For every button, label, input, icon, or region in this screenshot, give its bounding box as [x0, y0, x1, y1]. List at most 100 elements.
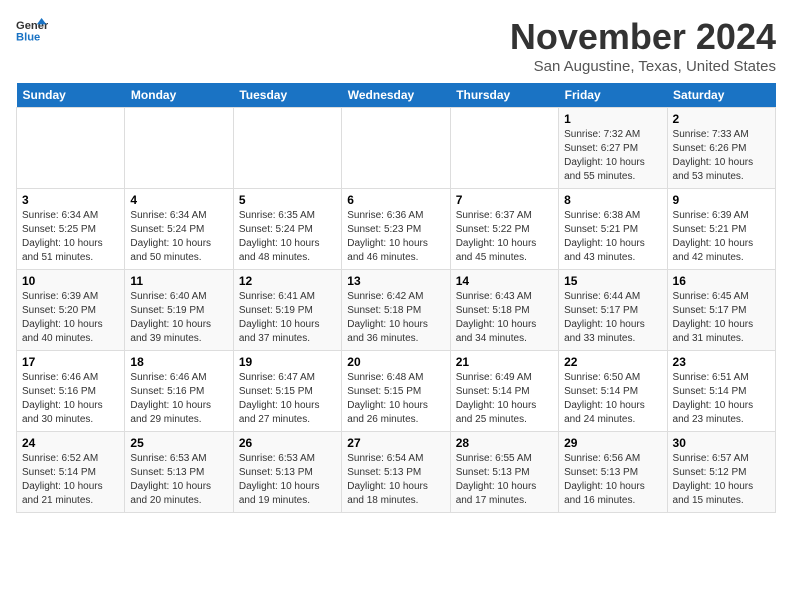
day-info: Sunrise: 6:48 AM Sunset: 5:15 PM Dayligh… — [347, 371, 444, 427]
calendar-cell: 23 Sunrise: 6:51 AM Sunset: 5:14 PM Dayli… — [667, 351, 775, 432]
calendar-cell: 19Sunrise: 6:47 AM Sunset: 5:15 PM Dayli… — [233, 351, 341, 432]
calendar-cell: 25Sunrise: 6:53 AM Sunset: 5:13 PM Dayli… — [125, 432, 233, 513]
day-number: 13 — [347, 274, 444, 288]
calendar-body: 1 Sunrise: 7:32 AM Sunset: 6:27 PM Daylig… — [17, 108, 776, 513]
calendar-cell: 30 Sunrise: 6:57 AM Sunset: 5:12 PM Dayli… — [667, 432, 775, 513]
calendar-cell: 22 Sunrise: 6:50 AM Sunset: 5:14 PM Dayli… — [559, 351, 667, 432]
calendar-week-1: 3 Sunrise: 6:34 AM Sunset: 5:25 PM Daylig… — [17, 189, 776, 270]
day-info: Sunrise: 6:39 AM Sunset: 5:20 PM Dayligh… — [22, 290, 119, 346]
day-number: 5 — [239, 193, 336, 207]
calendar-cell: 12Sunrise: 6:41 AM Sunset: 5:19 PM Dayli… — [233, 270, 341, 351]
day-number: 27 — [347, 436, 444, 450]
calendar-cell: 8 Sunrise: 6:38 AM Sunset: 5:21 PM Daylig… — [559, 189, 667, 270]
day-info: Sunrise: 6:40 AM Sunset: 5:19 PM Dayligh… — [130, 290, 227, 346]
day-number: 16 — [673, 274, 770, 288]
day-info: Sunrise: 6:37 AM Sunset: 5:22 PM Dayligh… — [456, 209, 553, 265]
day-number: 9 — [673, 193, 770, 207]
calendar-cell — [342, 108, 450, 189]
calendar-cell: 1 Sunrise: 7:32 AM Sunset: 6:27 PM Daylig… — [559, 108, 667, 189]
day-number: 4 — [130, 193, 227, 207]
page-header: General Blue November 2024 San Augustine… — [16, 16, 776, 75]
day-number: 8 — [564, 193, 661, 207]
col-sunday: Sunday — [17, 83, 125, 108]
calendar-week-4: 24 Sunrise: 6:52 AM Sunset: 5:14 PM Dayli… — [17, 432, 776, 513]
day-number: 29 — [564, 436, 661, 450]
calendar-cell: 9Sunrise: 6:39 AM Sunset: 5:21 PM Daylig… — [667, 189, 775, 270]
day-info: Sunrise: 6:36 AM Sunset: 5:23 PM Dayligh… — [347, 209, 444, 265]
day-info: Sunrise: 6:44 AM Sunset: 5:17 PM Dayligh… — [564, 290, 661, 346]
calendar-cell: 14 Sunrise: 6:43 AM Sunset: 5:18 PM Dayli… — [450, 270, 558, 351]
day-number: 15 — [564, 274, 661, 288]
day-info: Sunrise: 7:33 AM Sunset: 6:26 PM Dayligh… — [673, 128, 770, 184]
subtitle: San Augustine, Texas, United States — [510, 58, 776, 75]
day-number: 18 — [130, 355, 227, 369]
col-saturday: Saturday — [667, 83, 775, 108]
day-info: Sunrise: 6:46 AM Sunset: 5:16 PM Dayligh… — [22, 371, 119, 427]
calendar-cell: 24 Sunrise: 6:52 AM Sunset: 5:14 PM Dayli… — [17, 432, 125, 513]
day-info: Sunrise: 6:50 AM Sunset: 5:14 PM Dayligh… — [564, 371, 661, 427]
col-tuesday: Tuesday — [233, 83, 341, 108]
day-number: 17 — [22, 355, 119, 369]
day-number: 14 — [456, 274, 553, 288]
day-info: Sunrise: 6:43 AM Sunset: 5:18 PM Dayligh… — [456, 290, 553, 346]
calendar-cell — [450, 108, 558, 189]
day-number: 30 — [673, 436, 770, 450]
day-info: Sunrise: 6:34 AM Sunset: 5:25 PM Dayligh… — [22, 209, 119, 265]
calendar-cell: 17 Sunrise: 6:46 AM Sunset: 5:16 PM Dayli… — [17, 351, 125, 432]
calendar-cell: 26 Sunrise: 6:53 AM Sunset: 5:13 PM Dayli… — [233, 432, 341, 513]
col-wednesday: Wednesday — [342, 83, 450, 108]
day-number: 20 — [347, 355, 444, 369]
day-number: 3 — [22, 193, 119, 207]
day-info: Sunrise: 6:38 AM Sunset: 5:21 PM Dayligh… — [564, 209, 661, 265]
calendar-cell: 2 Sunrise: 7:33 AM Sunset: 6:26 PM Daylig… — [667, 108, 775, 189]
day-info: Sunrise: 6:34 AM Sunset: 5:24 PM Dayligh… — [130, 209, 227, 265]
calendar-cell — [125, 108, 233, 189]
day-number: 10 — [22, 274, 119, 288]
calendar-cell: 6Sunrise: 6:36 AM Sunset: 5:23 PM Daylig… — [342, 189, 450, 270]
day-number: 23 — [673, 355, 770, 369]
calendar-cell: 20 Sunrise: 6:48 AM Sunset: 5:15 PM Dayli… — [342, 351, 450, 432]
calendar-cell: 5 Sunrise: 6:35 AM Sunset: 5:24 PM Daylig… — [233, 189, 341, 270]
day-info: Sunrise: 6:52 AM Sunset: 5:14 PM Dayligh… — [22, 452, 119, 508]
calendar-cell: 29Sunrise: 6:56 AM Sunset: 5:13 PM Dayli… — [559, 432, 667, 513]
day-number: 22 — [564, 355, 661, 369]
day-number: 28 — [456, 436, 553, 450]
calendar-table: Sunday Monday Tuesday Wednesday Thursday… — [16, 83, 776, 513]
day-info: Sunrise: 6:45 AM Sunset: 5:17 PM Dayligh… — [673, 290, 770, 346]
calendar-cell: 4 Sunrise: 6:34 AM Sunset: 5:24 PM Daylig… — [125, 189, 233, 270]
col-thursday: Thursday — [450, 83, 558, 108]
day-number: 19 — [239, 355, 336, 369]
header-row: Sunday Monday Tuesday Wednesday Thursday… — [17, 83, 776, 108]
day-number: 24 — [22, 436, 119, 450]
calendar-week-3: 17 Sunrise: 6:46 AM Sunset: 5:16 PM Dayli… — [17, 351, 776, 432]
col-monday: Monday — [125, 83, 233, 108]
day-info: Sunrise: 6:41 AM Sunset: 5:19 PM Dayligh… — [239, 290, 336, 346]
day-info: Sunrise: 6:35 AM Sunset: 5:24 PM Dayligh… — [239, 209, 336, 265]
day-number: 21 — [456, 355, 553, 369]
calendar-cell: 13Sunrise: 6:42 AM Sunset: 5:18 PM Dayli… — [342, 270, 450, 351]
day-info: Sunrise: 6:51 AM Sunset: 5:14 PM Dayligh… — [673, 371, 770, 427]
calendar-cell: 15 Sunrise: 6:44 AM Sunset: 5:17 PM Dayli… — [559, 270, 667, 351]
day-info: Sunrise: 6:55 AM Sunset: 5:13 PM Dayligh… — [456, 452, 553, 508]
calendar-cell: 3 Sunrise: 6:34 AM Sunset: 5:25 PM Daylig… — [17, 189, 125, 270]
title-area: November 2024 San Augustine, Texas, Unit… — [510, 16, 776, 75]
day-info: Sunrise: 6:54 AM Sunset: 5:13 PM Dayligh… — [347, 452, 444, 508]
day-info: Sunrise: 6:49 AM Sunset: 5:14 PM Dayligh… — [456, 371, 553, 427]
day-info: Sunrise: 7:32 AM Sunset: 6:27 PM Dayligh… — [564, 128, 661, 184]
day-number: 2 — [673, 112, 770, 126]
main-title: November 2024 — [510, 16, 776, 58]
calendar-cell — [17, 108, 125, 189]
day-number: 7 — [456, 193, 553, 207]
day-info: Sunrise: 6:46 AM Sunset: 5:16 PM Dayligh… — [130, 371, 227, 427]
day-number: 1 — [564, 112, 661, 126]
calendar-cell: 10 Sunrise: 6:39 AM Sunset: 5:20 PM Dayli… — [17, 270, 125, 351]
day-info: Sunrise: 6:53 AM Sunset: 5:13 PM Dayligh… — [239, 452, 336, 508]
calendar-cell — [233, 108, 341, 189]
calendar-cell: 11Sunrise: 6:40 AM Sunset: 5:19 PM Dayli… — [125, 270, 233, 351]
day-info: Sunrise: 6:53 AM Sunset: 5:13 PM Dayligh… — [130, 452, 227, 508]
logo: General Blue — [16, 16, 48, 44]
day-number: 26 — [239, 436, 336, 450]
calendar-week-2: 10 Sunrise: 6:39 AM Sunset: 5:20 PM Dayli… — [17, 270, 776, 351]
day-info: Sunrise: 6:57 AM Sunset: 5:12 PM Dayligh… — [673, 452, 770, 508]
calendar-cell: 27 Sunrise: 6:54 AM Sunset: 5:13 PM Dayli… — [342, 432, 450, 513]
